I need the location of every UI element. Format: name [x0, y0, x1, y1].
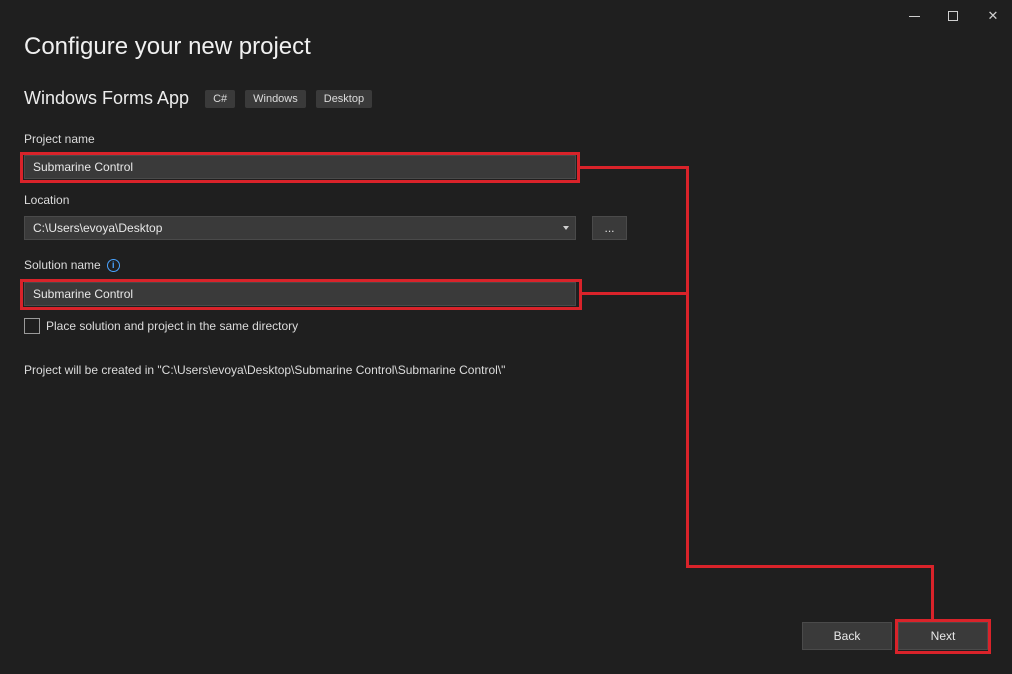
connector-line: [686, 166, 689, 568]
connector-line: [931, 565, 934, 620]
chevron-down-icon[interactable]: [563, 226, 569, 230]
minimize-button[interactable]: [894, 4, 934, 28]
minimize-icon: [908, 15, 920, 17]
same-directory-option[interactable]: Place solution and project in the same d…: [24, 318, 298, 334]
location-value: C:\Users\evoya\Desktop: [33, 221, 163, 235]
info-icon[interactable]: i: [106, 258, 120, 272]
created-path-text: Project will be created in "C:\Users\evo…: [24, 363, 506, 377]
connector-line: [582, 292, 689, 295]
tag-project-type: Desktop: [315, 89, 373, 108]
project-name-value: Submarine Control: [33, 160, 134, 174]
location-label: Location: [24, 193, 70, 207]
connector-line: [580, 166, 689, 169]
page-title: Configure your new project: [24, 33, 311, 60]
solution-name-label-row: Solution name i: [24, 258, 120, 272]
solution-name-value: Submarine Control: [33, 287, 134, 301]
back-button[interactable]: Back: [802, 622, 892, 650]
browse-button[interactable]: ...: [592, 216, 627, 240]
next-button[interactable]: Next: [898, 622, 988, 650]
tag-platform: Windows: [245, 89, 306, 108]
maximize-icon: [948, 11, 958, 21]
template-header: Windows Forms App C# Windows Desktop: [24, 88, 382, 109]
same-directory-label: Place solution and project in the same d…: [46, 319, 299, 333]
tag-language: C#: [205, 89, 236, 108]
solution-name-label: Solution name: [24, 258, 101, 272]
connector-line: [686, 565, 934, 568]
close-button[interactable]: ✕: [973, 4, 1012, 28]
location-combobox[interactable]: C:\Users\evoya\Desktop: [24, 216, 576, 240]
maximize-button[interactable]: [933, 4, 973, 28]
project-name-input[interactable]: Submarine Control: [24, 155, 576, 179]
solution-name-input[interactable]: Submarine Control: [24, 282, 576, 306]
project-name-label: Project name: [24, 132, 95, 146]
close-icon: ✕: [987, 8, 999, 23]
template-name: Windows Forms App: [24, 88, 190, 108]
same-directory-checkbox[interactable]: [24, 318, 40, 334]
